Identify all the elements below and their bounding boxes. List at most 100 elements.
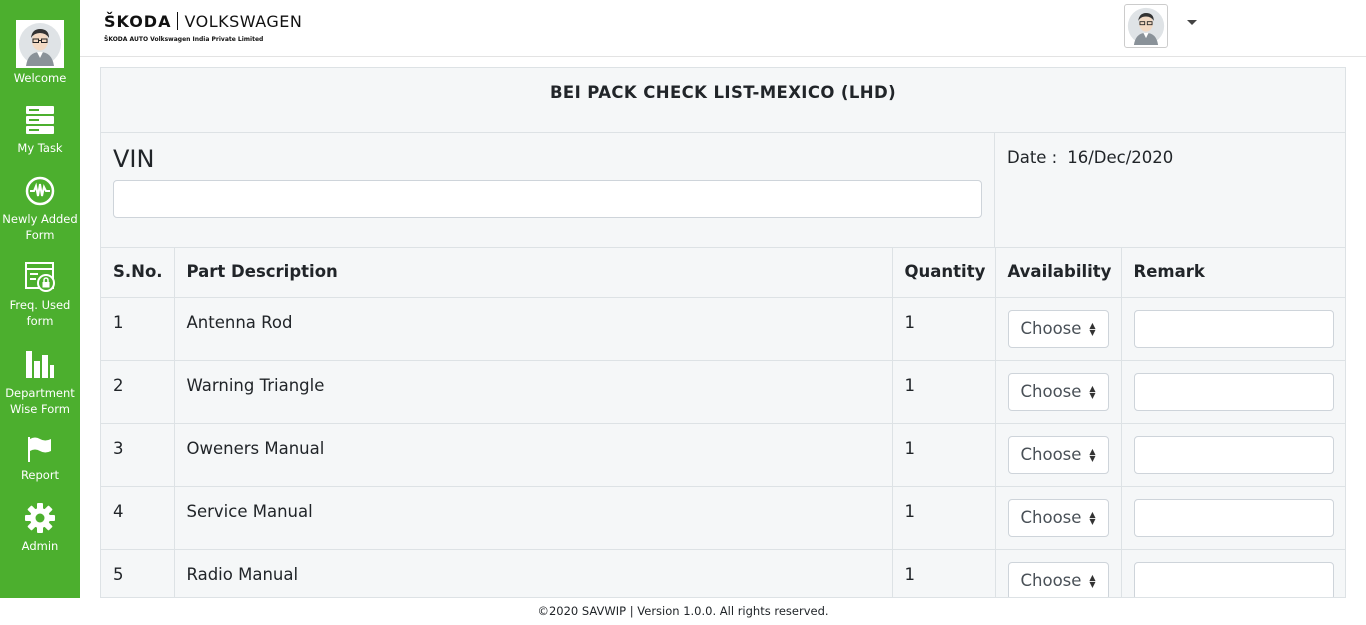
cell-quantity: 1 — [892, 423, 996, 487]
cell-part-description: Warning Triangle — [174, 360, 893, 424]
user-avatar-icon — [19, 23, 61, 66]
sidebar-item-report[interactable]: Report — [0, 436, 80, 483]
sidebar-item-label: Freq. Used form — [9, 298, 71, 328]
sidebar-item-department-wise-form[interactable]: Department Wise Form — [0, 350, 80, 417]
cell-sno: 4 — [101, 486, 175, 550]
select-value: Choose — [1020, 570, 1082, 590]
sidebar-item-welcome[interactable]: Welcome — [0, 20, 80, 86]
vin-label: VIN — [113, 145, 155, 173]
select-value: Choose — [1020, 381, 1082, 401]
top-header: ŠKODA VOLKSWAGEN ŠKODA AUTO Volkswagen In… — [80, 0, 1366, 57]
gear-icon — [25, 503, 55, 533]
select-value: Choose — [1020, 507, 1082, 527]
cell-remark — [1121, 549, 1345, 597]
user-menu-avatar[interactable] — [1124, 4, 1168, 48]
checklist-form: BEI PACK CHECK LIST-MEXICO (LHD) VIN Dat… — [100, 67, 1346, 598]
table-row: 5 Radio Manual 1 Choose ▲ ▼ — [101, 549, 1345, 597]
table-header-row: S.No. Part Description Quantity Availabi… — [101, 248, 1345, 298]
pulse-circle-icon — [25, 176, 55, 206]
select-arrows-icon: ▲ ▼ — [1089, 383, 1096, 400]
flag-icon — [28, 437, 51, 462]
col-header-quantity: Quantity — [892, 248, 996, 298]
cell-availability: Choose ▲ ▼ — [995, 423, 1122, 487]
brand-wordmark: ŠKODA VOLKSWAGEN — [104, 12, 302, 31]
remark-input[interactable] — [1133, 309, 1334, 348]
date-display: Date : 16/Dec/2020 — [1007, 148, 1183, 167]
remark-input[interactable] — [1133, 372, 1334, 411]
vin-input[interactable] — [113, 180, 982, 218]
cell-part-description: Oweners Manual — [174, 423, 893, 487]
table-row: 1 Antenna Rod 1 Choose ▲ ▼ — [101, 297, 1345, 361]
locked-form-icon — [25, 262, 55, 292]
bar-chart-icon — [26, 351, 54, 378]
sidebar-item-label: Newly Added Form — [2, 212, 78, 242]
footer: ©2020 SAVWIP | Version 1.0.0. All rights… — [0, 598, 1366, 625]
cell-remark — [1121, 486, 1345, 550]
date-label: Date : — [1007, 148, 1058, 167]
col-header-sno: S.No. — [101, 248, 175, 298]
remark-input[interactable] — [1133, 435, 1334, 474]
sidebar-item-newly-added-form[interactable]: Newly Added Form — [0, 176, 80, 243]
date-cell: Date : 16/Dec/2020 — [995, 133, 1345, 247]
select-arrows-icon: ▲ ▼ — [1089, 509, 1096, 526]
select-arrows-icon: ▲ ▼ — [1089, 572, 1096, 589]
cell-quantity: 1 — [892, 549, 996, 597]
cell-sno: 5 — [101, 549, 175, 597]
table-row: 3 Oweners Manual 1 Choose ▲ ▼ — [101, 423, 1345, 487]
user-avatar-icon — [1127, 7, 1165, 45]
sidebar-item-label: Welcome — [13, 71, 67, 85]
page-title: BEI PACK CHECK LIST-MEXICO (LHD) — [101, 68, 1345, 133]
select-arrows-icon: ▲ ▼ — [1089, 446, 1096, 463]
sidebar-item-admin[interactable]: Admin — [0, 503, 80, 554]
sidebar-item-freq-used-form[interactable]: Freq. Used form — [0, 262, 80, 329]
cell-availability: Choose ▲ ▼ — [995, 297, 1122, 361]
cell-availability: Choose ▲ ▼ — [995, 360, 1122, 424]
col-header-availability: Availability — [995, 248, 1122, 298]
cell-quantity: 1 — [892, 360, 996, 424]
sidebar-item-my-task[interactable]: My Task — [0, 105, 80, 156]
sidebar: Welcome My Task Newly Added Form Freq. U… — [0, 0, 80, 598]
cell-remark — [1121, 360, 1345, 424]
parts-table: S.No. Part Description Quantity Availabi… — [101, 248, 1345, 597]
availability-select[interactable]: Choose ▲ ▼ — [1007, 498, 1109, 537]
cell-remark — [1121, 297, 1345, 361]
cell-sno: 2 — [101, 360, 175, 424]
brand-logo[interactable]: ŠKODA VOLKSWAGEN ŠKODA AUTO Volkswagen In… — [104, 12, 302, 43]
availability-select[interactable]: Choose ▲ ▼ — [1007, 372, 1109, 411]
remark-input[interactable] — [1133, 498, 1334, 537]
cell-part-description: Service Manual — [174, 486, 893, 550]
select-arrows-icon: ▲ ▼ — [1089, 320, 1096, 337]
vin-row: VIN Date : 16/Dec/2020 — [101, 133, 1345, 248]
cell-remark — [1121, 423, 1345, 487]
sidebar-item-label: My Task — [17, 141, 63, 155]
user-menu-caret-icon[interactable] — [1187, 20, 1197, 25]
sidebar-item-label: Admin — [21, 539, 59, 553]
cell-part-description: Antenna Rod — [174, 297, 893, 361]
availability-select[interactable]: Choose ▲ ▼ — [1007, 561, 1109, 597]
table-row: 2 Warning Triangle 1 Choose ▲ ▼ — [101, 360, 1345, 424]
col-header-part-description: Part Description — [174, 248, 893, 298]
cell-availability: Choose ▲ ▼ — [995, 486, 1122, 550]
availability-select[interactable]: Choose ▲ ▼ — [1007, 309, 1109, 348]
select-value: Choose — [1020, 444, 1082, 464]
avatar — [16, 20, 64, 68]
cell-availability: Choose ▲ ▼ — [995, 549, 1122, 597]
sidebar-item-label: Report — [20, 468, 60, 482]
table-row: 4 Service Manual 1 Choose ▲ ▼ — [101, 486, 1345, 550]
brand-subtitle: ŠKODA AUTO Volkswagen India Private Limi… — [104, 36, 264, 43]
col-header-remark: Remark — [1121, 248, 1345, 298]
vin-cell: VIN — [101, 133, 995, 247]
cell-part-description: Radio Manual — [174, 549, 893, 597]
availability-select[interactable]: Choose ▲ ▼ — [1007, 435, 1109, 474]
brand-left: ŠKODA — [104, 12, 172, 31]
cell-quantity: 1 — [892, 486, 996, 550]
brand-separator — [177, 12, 179, 30]
sidebar-item-label: Department Wise Form — [5, 386, 75, 416]
remark-input[interactable] — [1133, 561, 1334, 597]
date-value: 16/Dec/2020 — [1067, 148, 1174, 167]
cell-sno: 1 — [101, 297, 175, 361]
cell-quantity: 1 — [892, 297, 996, 361]
server-stack-icon — [26, 106, 54, 134]
cell-sno: 3 — [101, 423, 175, 487]
select-value: Choose — [1020, 318, 1082, 338]
